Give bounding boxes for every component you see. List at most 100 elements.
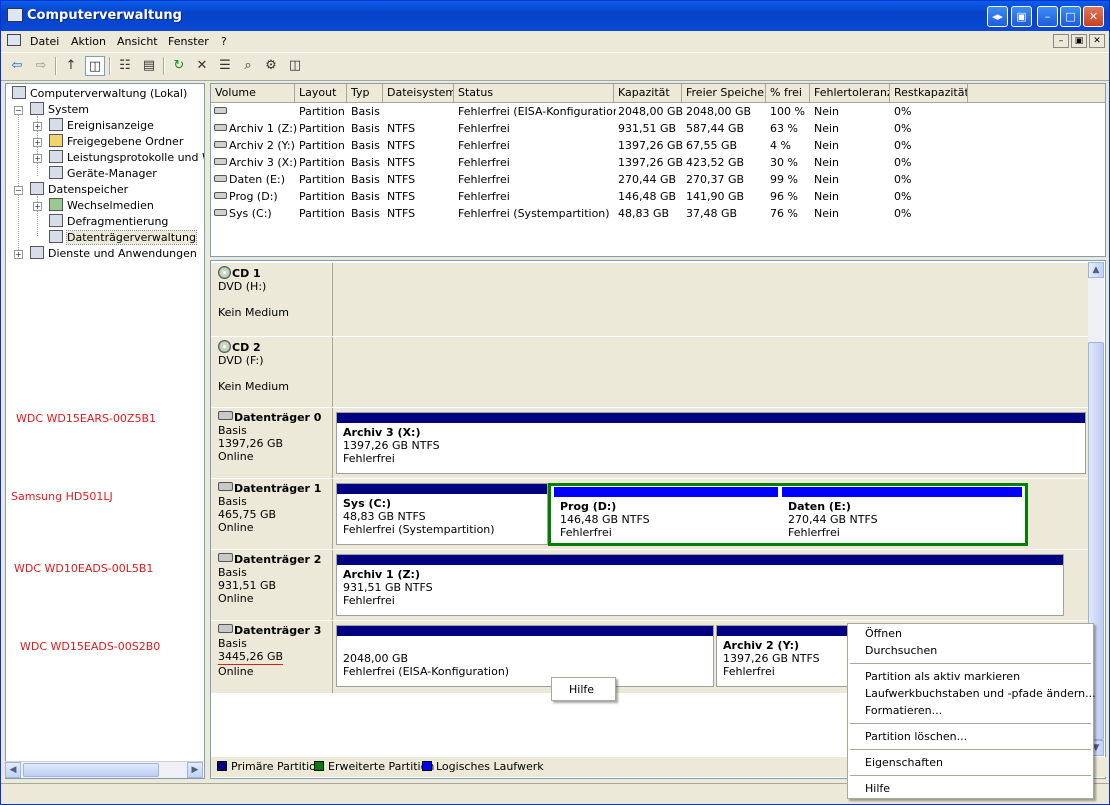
- table-row[interactable]: Archiv 1 (Z:) Partition Basis NTFS Fehlerfre…: [211, 120, 1105, 137]
- column-header-layout[interactable]: Layout: [295, 84, 347, 102]
- tree-expander-freigegebene-ordner[interactable]: +: [33, 138, 42, 147]
- partition-archiv-1[interactable]: Archiv 1 (Z:) 931,51 GB NTFS Fehlerfrei: [336, 554, 1064, 616]
- minimize-button[interactable]: –: [1037, 6, 1058, 27]
- table-row[interactable]: Daten (E:) Partition Basis NTFS Fehlerfrei 27…: [211, 171, 1105, 188]
- disk-type: Basis: [218, 424, 247, 437]
- up-folder-icon[interactable]: ↑: [61, 56, 81, 76]
- column-header-fehlertoleranz[interactable]: Fehlertoleranz: [810, 84, 890, 102]
- tree-item-datentraegerverwaltung[interactable]: Datenträgerverwaltung: [49, 230, 197, 245]
- column-header-restkapazitaet[interactable]: Restkapazität: [890, 84, 968, 102]
- delete-icon[interactable]: ✕: [192, 56, 212, 76]
- settings-icon[interactable]: ⚙: [261, 56, 281, 76]
- table-row[interactable]: Sys (C:) Partition Basis NTFS Fehlerfrei (Sy…: [211, 205, 1105, 222]
- disk-label-cd2[interactable]: CD 2 DVD (F:) Kein Medium: [211, 337, 333, 407]
- ctx-item-formatieren[interactable]: Formatieren...: [865, 702, 942, 719]
- menu-ansicht[interactable]: Ansicht: [117, 35, 158, 48]
- column-header-kapazitaet[interactable]: Kapazität: [614, 84, 682, 102]
- child-restore-icon[interactable]: ▣: [1071, 34, 1087, 48]
- ctx-item-partition-aktiv[interactable]: Partition als aktiv markieren: [865, 668, 1020, 685]
- show-hide-tree-icon[interactable]: ◫: [85, 56, 105, 76]
- logical-drive-daten-e[interactable]: Daten (E:) 270,44 GB NTFS Fehlerfrei: [781, 486, 1023, 543]
- disk-row-datentraeger-1[interactable]: Datenträger 1 Basis 465,75 GB Online Sys…: [211, 479, 1089, 550]
- ctx-item-partition-loeschen[interactable]: Partition löschen...: [865, 728, 967, 745]
- tree-item-geraete-manager[interactable]: Geräte-Manager: [49, 166, 157, 181]
- console-icon[interactable]: [7, 34, 21, 46]
- tree-item-freigegebene-ordner[interactable]: Freigegebene Ordner: [49, 134, 183, 149]
- disk-row-datentraeger-2[interactable]: Datenträger 2 Basis 931,51 GB Online Arc…: [211, 550, 1089, 621]
- tree-item-leistungsprotokolle[interactable]: Leistungsprotokolle und Warnungen: [49, 150, 204, 165]
- ctx-item-laufwerkbuchstaben[interactable]: Laufwerkbuchstaben und -pfade ändern...: [865, 685, 1096, 702]
- column-header-status[interactable]: Status: [454, 84, 614, 102]
- scroll-up-icon[interactable]: ▲: [1088, 262, 1104, 278]
- disk-row-cd1[interactable]: CD 1 DVD (H:) Kein Medium: [211, 263, 1089, 337]
- tree-item-dienste-und-anwendungen[interactable]: Dienste und Anwendungen: [30, 246, 197, 261]
- disk-properties-icon[interactable]: ☰: [215, 56, 235, 76]
- tree-item-wechselmedien[interactable]: Wechselmedien: [49, 198, 154, 213]
- menu-fenster[interactable]: Fenster: [168, 35, 209, 48]
- partition-sys-c[interactable]: Sys (C:) 48,83 GB NTFS Fehlerfrei (Syste…: [336, 483, 548, 545]
- menu-aktion[interactable]: Aktion: [71, 35, 106, 48]
- tree-item-computerverwaltung[interactable]: Computerverwaltung (Lokal): [12, 86, 187, 101]
- tree-item-system[interactable]: System: [30, 102, 89, 117]
- tree-item-datenspeicher[interactable]: Datenspeicher: [30, 182, 128, 197]
- close-button[interactable]: ✕: [1083, 6, 1104, 27]
- column-header-freier-speicher[interactable]: Freier Speicher: [682, 84, 766, 102]
- table-row[interactable]: Archiv 3 (X:) Partition Basis NTFS Fehlerfre…: [211, 154, 1105, 171]
- restore-mmc-button[interactable]: ▣: [1011, 6, 1032, 27]
- menu-datei[interactable]: Datei: [30, 35, 59, 48]
- maximize-button[interactable]: □: [1060, 6, 1081, 27]
- table-row[interactable]: Prog (D:) Partition Basis NTFS Fehlerfrei 146…: [211, 188, 1105, 205]
- ctx-item-durchsuchen[interactable]: Durchsuchen: [865, 642, 937, 659]
- tree-expander-leistungsprotokolle[interactable]: +: [33, 154, 42, 163]
- volume-list[interactable]: Volume Layout Typ Dateisystem Status Kap…: [210, 83, 1106, 257]
- column-header-typ[interactable]: Typ: [347, 84, 383, 102]
- child-minimize-icon[interactable]: –: [1053, 34, 1069, 48]
- disk-row-datentraeger-0[interactable]: Datenträger 0 Basis 1397,26 GB Online Ar…: [211, 408, 1089, 479]
- tree-expander-dienste[interactable]: +: [14, 250, 23, 259]
- annotation-disk0-model: WDC WD15EARS-00Z5B1: [16, 412, 157, 425]
- scroll-right-icon[interactable]: ▶: [187, 762, 203, 778]
- ctx-item-oeffnen[interactable]: Öffnen: [865, 625, 902, 642]
- logical-drive-prog-d[interactable]: Prog (D:) 146,48 GB NTFS Fehlerfrei: [553, 486, 779, 543]
- back-arrow-icon[interactable]: ⇦: [7, 56, 27, 76]
- ctx-item-eigenschaften[interactable]: Eigenschaften: [865, 754, 943, 771]
- search-icon[interactable]: ⌕: [238, 56, 258, 76]
- disk-label-datentraeger-3[interactable]: Datenträger 3 Basis 3445,26 GB Online: [211, 621, 333, 693]
- disk-label-datentraeger-0[interactable]: Datenträger 0 Basis 1397,26 GB Online: [211, 408, 333, 478]
- partition-eisa-configuration[interactable]: 2048,00 GB Fehlerfrei (EISA-Konfiguratio…: [336, 625, 714, 687]
- tree-item-defragmentierung[interactable]: Defragmentierung: [49, 214, 168, 229]
- tree-horizontal-scrollbar[interactable]: ◀ ▶: [5, 761, 203, 778]
- scroll-thumb[interactable]: [23, 763, 159, 777]
- disk-row-cd2[interactable]: CD 2 DVD (F:) Kein Medium: [211, 337, 1089, 408]
- table-cell: 0%: [894, 205, 970, 222]
- mmc-switch-button[interactable]: ◂▸: [987, 6, 1008, 27]
- help-icon[interactable]: ◫: [285, 56, 305, 76]
- ctx-item-hilfe[interactable]: Hilfe: [865, 780, 890, 797]
- disk-label-cd1[interactable]: CD 1 DVD (H:) Kein Medium: [211, 263, 333, 336]
- properties-icon[interactable]: ☷: [115, 56, 135, 76]
- table-row[interactable]: Partition Basis Fehlerfrei (EISA-Konfigura…: [211, 103, 1105, 120]
- cell-text: 0%: [894, 122, 912, 135]
- partition-archiv-3[interactable]: Archiv 3 (X:) 1397,26 GB NTFS Fehlerfrei: [336, 412, 1086, 474]
- tree-expander-system[interactable]: −: [14, 106, 23, 115]
- tree-expander-ereignisanzeige[interactable]: +: [33, 122, 42, 131]
- column-header-volume[interactable]: Volume: [211, 84, 295, 102]
- export-list-icon[interactable]: ▤: [139, 56, 159, 76]
- scroll-left-icon[interactable]: ◀: [5, 762, 21, 778]
- forward-arrow-icon[interactable]: ⇨: [31, 56, 51, 76]
- extended-partition[interactable]: Prog (D:) 146,48 GB NTFS Fehlerfrei Date…: [548, 483, 1028, 546]
- menu-help[interactable]: ?: [221, 35, 227, 48]
- title-bar[interactable]: Computerverwaltung ◂▸ ▣ – □ ✕: [1, 1, 1109, 31]
- column-header-prozent-frei[interactable]: % frei: [766, 84, 810, 102]
- column-header-dateisystem[interactable]: Dateisystem: [383, 84, 454, 102]
- tree-item-ereignisanzeige[interactable]: Ereignisanzeige: [49, 118, 154, 133]
- refresh-icon[interactable]: ↻: [169, 56, 189, 76]
- tree-expander-wechselmedien[interactable]: +: [33, 202, 42, 211]
- disk-label-datentraeger-2[interactable]: Datenträger 2 Basis 931,51 GB Online: [211, 550, 333, 620]
- small-menu-item-hilfe[interactable]: Hilfe: [569, 681, 594, 698]
- disk-label-datentraeger-1[interactable]: Datenträger 1 Basis 465,75 GB Online: [211, 479, 333, 549]
- tree-expander-datenspeicher[interactable]: −: [14, 186, 23, 195]
- table-row[interactable]: Archiv 2 (Y:) Partition Basis NTFS Fehlerfre…: [211, 137, 1105, 154]
- console-tree[interactable]: Computerverwaltung (Lokal) − System + Er…: [5, 83, 205, 779]
- child-close-icon[interactable]: ✕: [1089, 34, 1105, 48]
